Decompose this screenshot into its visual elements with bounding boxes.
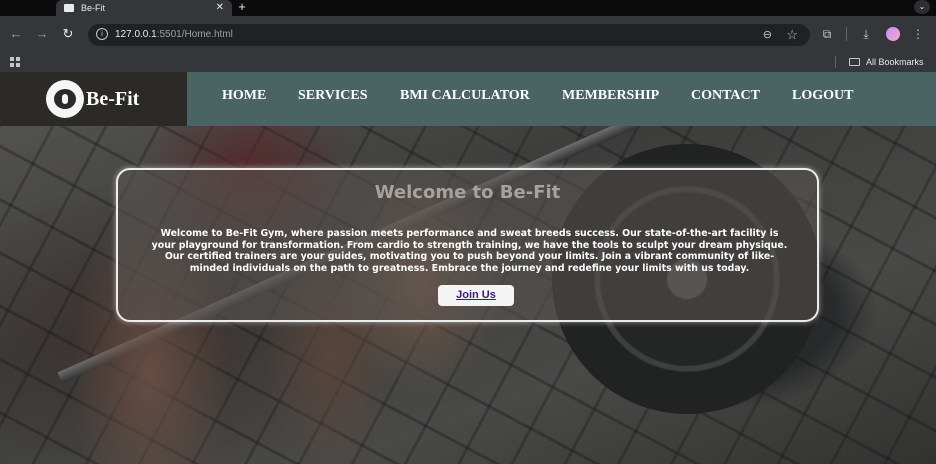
nav-services[interactable]: SERVICES — [298, 72, 368, 119]
nav-home[interactable]: HOME — [222, 72, 266, 119]
bookmark-star-icon[interactable]: ☆ — [786, 24, 798, 46]
new-tab-button[interactable]: + — [236, 0, 248, 14]
nav-membership[interactable]: MEMBERSHIP — [562, 72, 659, 119]
zoom-icon[interactable]: ⊖ — [763, 24, 772, 46]
all-bookmarks-link[interactable]: All Bookmarks — [866, 52, 924, 72]
reload-button[interactable]: ↻ — [60, 26, 76, 42]
chrome-menu-icon[interactable]: ⋮ — [910, 26, 926, 42]
extensions-icon[interactable]: ⧉ — [819, 26, 835, 42]
welcome-title: Welcome to Be-Fit — [374, 182, 561, 203]
main-nav: HOME SERVICES BMI CALCULATOR MEMBERSHIP … — [187, 72, 936, 126]
site-header: Be-Fit HOME SERVICES BMI CALCULATOR MEMB… — [0, 72, 936, 126]
page-favicon-icon — [64, 4, 74, 12]
nav-bmi-calculator[interactable]: BMI CALCULATOR — [400, 72, 530, 119]
brand-name: Be-Fit — [86, 88, 140, 110]
close-tab-icon[interactable]: ✕ — [216, 0, 224, 16]
apps-grid-icon[interactable] — [10, 57, 20, 67]
nav-contact[interactable]: CONTACT — [691, 72, 760, 119]
welcome-text: Welcome to Be-Fit Gym, where passion mee… — [151, 228, 788, 274]
forward-button[interactable]: → — [34, 26, 50, 42]
tab-search-button[interactable]: ⌄ — [914, 0, 930, 14]
welcome-card: Welcome to Be-Fit Welcome to Be-Fit Gym,… — [116, 168, 819, 322]
bookmarks-bar: All Bookmarks — [0, 52, 936, 72]
address-bar[interactable]: i 127.0.0.1:5501/Home.html ⊖ ☆ — [88, 24, 810, 46]
download-icon[interactable]: ⤓ — [858, 26, 874, 42]
folder-icon[interactable] — [849, 58, 860, 66]
tab-title: Be-Fit — [81, 3, 106, 13]
tab-strip: Be-Fit ✕ + ⌄ — [0, 0, 936, 16]
dumbbell-logo-icon — [46, 80, 84, 118]
site-info-icon[interactable]: i — [96, 28, 108, 40]
toolbar-divider — [846, 27, 847, 41]
bookmarks-divider — [835, 56, 836, 68]
logo[interactable]: Be-Fit — [0, 72, 187, 126]
url-path: :5501/Home.html — [156, 29, 233, 40]
url-text[interactable]: 127.0.0.1:5501/Home.html — [115, 24, 233, 46]
page-viewport: Be-Fit HOME SERVICES BMI CALCULATOR MEMB… — [0, 72, 936, 464]
nav-logout[interactable]: LOGOUT — [792, 72, 853, 119]
join-us-button[interactable]: Join Us — [438, 285, 514, 306]
browser-tab[interactable]: Be-Fit ✕ — [56, 0, 232, 16]
url-host: 127.0.0.1 — [115, 29, 157, 40]
profile-avatar[interactable] — [886, 27, 900, 41]
back-button[interactable]: ← — [8, 26, 24, 42]
